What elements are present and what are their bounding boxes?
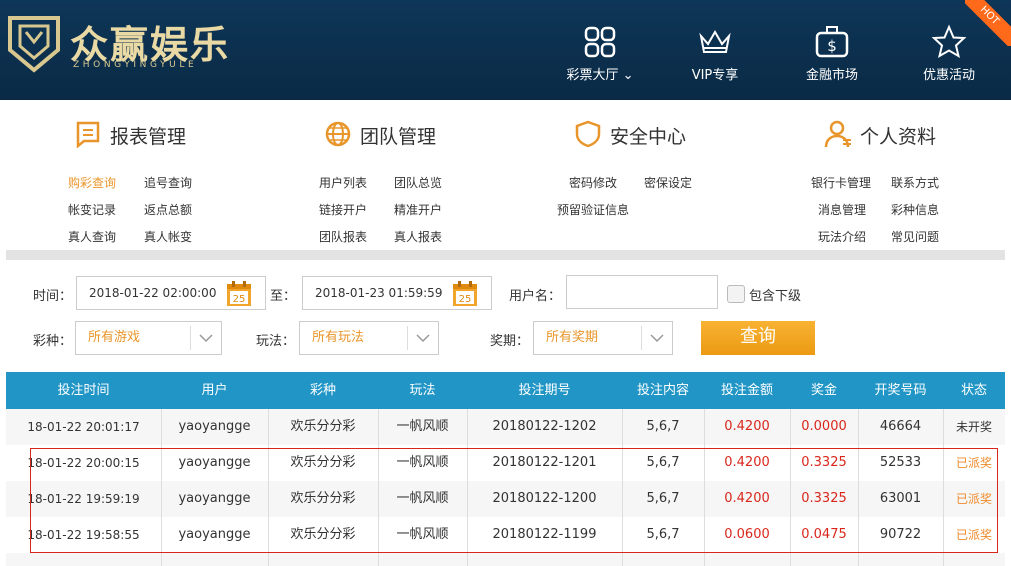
chevron-down-icon: ⌄ (618, 68, 634, 83)
grid-icon (584, 26, 616, 58)
col-bet-time: 投注时间 (57, 383, 110, 398)
lottery-select-value: 所有游戏 (88, 330, 141, 345)
account-menu-panel: 报表管理 购彩查询 追号查询 帐变记录 返点总额 真人查询 真人帐变 团队管理 … (6, 100, 1005, 250)
link-play-intro[interactable]: 玩法介绍 (818, 228, 866, 245)
query-button[interactable]: 查询 (701, 321, 815, 355)
cell-play: 一帆风顺 (396, 419, 449, 434)
include-sub-label: 包含下级 (749, 289, 802, 304)
chevron-down-icon (641, 326, 664, 350)
link-live-query[interactable]: 真人查询 (68, 228, 116, 245)
link-messages[interactable]: 消息管理 (818, 201, 866, 218)
calendar-icon[interactable]: 25 (226, 281, 252, 307)
col-status: 状态 (960, 383, 987, 398)
time-label: 时间： (33, 289, 73, 304)
link-bank-card[interactable]: 银行卡管理 (811, 174, 871, 191)
link-link-register[interactable]: 链接开户 (319, 201, 367, 218)
link-security-question[interactable]: 密保设定 (644, 174, 692, 191)
play-label: 玩法： (256, 334, 296, 349)
period-label: 奖期： (490, 334, 530, 349)
report-icon (76, 121, 100, 148)
lottery-select[interactable]: 所有游戏 (75, 321, 222, 355)
svg-text:$: $ (827, 37, 837, 55)
link-bet-query[interactable]: 购彩查询 (68, 174, 116, 191)
link-user-list[interactable]: 用户列表 (319, 174, 367, 191)
brand-subtitle: ZHONGYINGYULE (73, 60, 198, 70)
cell-prize: 0.0000 (801, 419, 847, 434)
col-content: 投注内容 (636, 383, 689, 398)
link-live-report[interactable]: 真人报表 (394, 228, 442, 245)
col-lottery: 彩种 (309, 383, 336, 398)
nav-label-promotions: 优惠活动 (922, 68, 975, 83)
col-period: 投注期号 (518, 383, 571, 398)
nav-label-finance: 金融市场 (805, 68, 858, 83)
chevron-down-icon (407, 326, 430, 350)
calendar-day: 25 (233, 294, 246, 305)
nav-item-vip[interactable]: VIP专享 (660, 0, 770, 100)
col-user: 用户 (201, 383, 228, 398)
logo-icon[interactable] (8, 12, 60, 74)
highlight-box (30, 448, 998, 553)
chevron-down-icon (190, 326, 213, 350)
link-team-report[interactable]: 团队报表 (319, 228, 367, 245)
cell-period: 20180122-1202 (492, 419, 597, 434)
lottery-label: 彩种： (33, 334, 73, 349)
username-label: 用户名： (509, 289, 562, 304)
divider (6, 250, 1005, 260)
nav-label-vip: VIP专享 (691, 68, 739, 83)
table-row[interactable]: 18-01-22 20:01:17 yaoyangge 欢乐分分彩 一帆风顺 2… (6, 409, 1005, 445)
link-live-account[interactable]: 真人帐变 (144, 228, 192, 245)
hot-badge: HOT (965, 0, 1011, 46)
shield-icon (575, 120, 601, 148)
play-select[interactable]: 所有玩法 (299, 321, 439, 355)
cell-status: 未开奖 (955, 420, 992, 434)
col-prize: 奖金 (810, 383, 837, 398)
section-title-report: 报表管理 (110, 126, 187, 148)
col-amount: 投注金额 (720, 383, 773, 398)
link-team-overview[interactable]: 团队总览 (394, 174, 442, 191)
link-lottery-info[interactable]: 彩种信息 (891, 201, 939, 218)
username-input[interactable] (566, 275, 718, 309)
link-rebate-total[interactable]: 返点总额 (144, 201, 192, 218)
nav-item-finance[interactable]: $ 金融市场 (777, 0, 887, 100)
table-row[interactable] (6, 553, 1005, 566)
link-chase-query[interactable]: 追号查询 (144, 174, 192, 191)
briefcase-dollar-icon: $ (815, 26, 849, 58)
section-title-team: 团队管理 (360, 126, 437, 148)
calendar-icon[interactable]: 25 (452, 281, 478, 307)
to-label: 至： (270, 289, 297, 304)
table-header: 投注时间 用户 彩种 玩法 投注期号 投注内容 投注金额 奖金 开奖号码 状态 (6, 372, 1005, 409)
link-reserved-verification[interactable]: 预留验证信息 (557, 201, 629, 218)
play-select-value: 所有玩法 (312, 330, 365, 345)
link-contact[interactable]: 联系方式 (891, 174, 939, 191)
cell-lottery: 欢乐分分彩 (290, 419, 356, 434)
link-faq[interactable]: 常见问题 (891, 228, 939, 245)
globe-icon (325, 121, 351, 147)
include-sub-checkbox[interactable] (727, 285, 745, 303)
top-header: 众赢娱乐 ZHONGYINGYULE 彩票大厅 ⌄ VIP专享 $ 金融市场 优… (0, 0, 1011, 100)
star-icon (931, 24, 967, 59)
hot-badge-label: HOT (965, 0, 1011, 46)
cell-bet-time: 18-01-22 20:01:17 (27, 420, 140, 434)
period-select[interactable]: 所有奖期 (533, 321, 673, 355)
link-precise-register[interactable]: 精准开户 (394, 201, 442, 218)
col-draw-number: 开奖号码 (874, 383, 927, 398)
user-icon (824, 120, 851, 148)
link-change-password[interactable]: 密码修改 (569, 174, 617, 191)
crown-icon (699, 30, 731, 53)
period-select-value: 所有奖期 (546, 330, 599, 345)
nav-label-lottery-hall: 彩票大厅 (566, 68, 619, 83)
cell-content: 5,6,7 (646, 419, 680, 434)
cell-amount: 0.4200 (724, 419, 770, 434)
section-title-security: 安全中心 (610, 126, 687, 148)
nav-item-lottery-hall[interactable]: 彩票大厅 ⌄ (545, 0, 655, 100)
cell-user: yaoyangge (178, 419, 251, 434)
link-account-changes[interactable]: 帐变记录 (68, 201, 116, 218)
calendar-day: 25 (459, 294, 472, 305)
col-play: 玩法 (409, 383, 436, 398)
section-title-profile: 个人资料 (860, 126, 937, 148)
cell-draw-number: 46664 (879, 419, 922, 434)
